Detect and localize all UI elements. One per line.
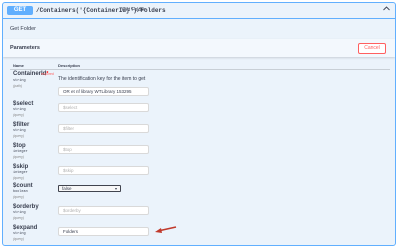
param-type-containerid: string [13, 79, 26, 83]
param-type-top: integer [13, 150, 28, 154]
param-name-count: $count [13, 183, 33, 189]
param-type-orderby: string [13, 211, 26, 215]
arrow-annotation-icon [155, 226, 177, 233]
operation-block: GET /Containers('{ContainerId}')/Folders… [2, 2, 396, 246]
operation-summary[interactable]: GET /Containers('{ContainerId}')/Folders… [3, 3, 395, 19]
param-type-select: string [13, 108, 26, 112]
parameters-header: Parameters Cancel [3, 39, 395, 57]
parameters-title: Parameters [10, 45, 40, 51]
count-select[interactable]: false ▾ [58, 185, 121, 192]
select-input[interactable]: $select [58, 103, 149, 112]
param-name-skip: $skip [13, 164, 29, 170]
param-in-count: (query) [13, 195, 25, 199]
param-name-select: $select [13, 101, 34, 107]
param-type-expand: string [13, 232, 26, 236]
chevron-up-icon[interactable] [383, 6, 390, 15]
method-badge: GET [7, 6, 33, 15]
param-name-expand: $expand [13, 225, 38, 231]
param-in-top: (query) [13, 155, 25, 159]
skip-input[interactable]: $skip [58, 166, 149, 175]
chevron-down-icon: ▾ [114, 186, 117, 191]
param-in-filter: (query) [13, 134, 25, 138]
containerid-input[interactable]: OR et nf library WTLibrary 153295 [58, 87, 149, 96]
param-type-skip: integer [13, 171, 28, 175]
param-in-containerid: (path) [13, 84, 23, 88]
expand-input[interactable]: Folders [58, 227, 149, 236]
param-type-filter: string [13, 129, 26, 133]
top-input[interactable]: $top [58, 145, 149, 154]
param-in-skip: (query) [13, 176, 25, 180]
filter-input[interactable]: $filter [58, 124, 149, 133]
count-selected-value: false [62, 186, 72, 191]
orderby-input[interactable]: $orderby [58, 206, 149, 215]
header-divider [10, 69, 390, 70]
param-name-orderby: $orderby [13, 204, 39, 210]
col-header-name: Name [13, 63, 24, 68]
param-name-top: $top [13, 143, 26, 149]
param-required-containerid: required [41, 72, 54, 76]
param-in-orderby: (query) [13, 216, 25, 220]
cancel-button[interactable]: Cancel [358, 43, 386, 54]
operation-summary-text: Get Folder [122, 7, 146, 13]
param-name-filter: $filter [13, 122, 30, 128]
param-type-count: boolean [13, 190, 28, 194]
col-header-description: Description [58, 63, 81, 68]
operation-description: Get Folder [10, 26, 36, 32]
operation-path: /Containers('{ContainerId}')/Folders [36, 7, 166, 14]
param-in-expand: (query) [13, 237, 25, 241]
param-description-containerid: The identification key for the item to g… [58, 76, 146, 82]
param-in-select: (query) [13, 113, 25, 117]
